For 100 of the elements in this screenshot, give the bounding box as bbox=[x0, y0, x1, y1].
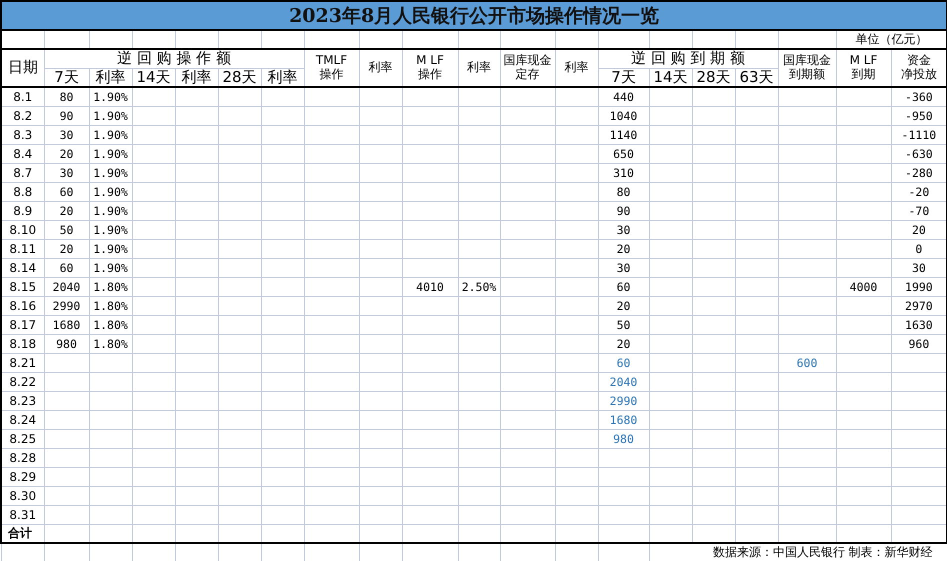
table-cell: -1110 bbox=[891, 125, 947, 144]
table-cell: -360 bbox=[891, 87, 947, 106]
date-cell: 8.16 bbox=[1, 296, 44, 315]
column-header: 操作 bbox=[418, 68, 442, 82]
date-cell: 8.7 bbox=[1, 163, 44, 182]
table-cell: 80 bbox=[44, 87, 89, 106]
date-cell: 8.1 bbox=[1, 87, 44, 106]
date-cell: 8.25 bbox=[1, 429, 44, 448]
column-header: 国库现金 bbox=[504, 54, 552, 68]
date-cell: 8.23 bbox=[1, 391, 44, 410]
column-header: 利率 bbox=[368, 61, 392, 75]
column-header: 净投放 bbox=[900, 68, 937, 82]
table-cell: 0 bbox=[891, 239, 947, 258]
table-cell: 980 bbox=[598, 429, 649, 448]
table-cell: 1.90% bbox=[89, 201, 132, 220]
table-cell: -20 bbox=[891, 182, 947, 201]
table-cell: 20 bbox=[598, 296, 649, 315]
table-cell: 1.90% bbox=[89, 258, 132, 277]
column-header: 28天 bbox=[218, 68, 261, 87]
table-cell: 1990 bbox=[891, 277, 947, 296]
column-header: 利率 bbox=[89, 68, 132, 87]
date-cell: 8.22 bbox=[1, 372, 44, 391]
table-title: 2023年8月人民银行公开市场操作情况一览 bbox=[1, 1, 947, 30]
table-cell: 1680 bbox=[44, 315, 89, 334]
table-cell: 60 bbox=[598, 277, 649, 296]
table-cell: -280 bbox=[891, 163, 947, 182]
table-cell: 600 bbox=[778, 353, 836, 372]
date-cell: 8.10 bbox=[1, 220, 44, 239]
table-cell: 1.90% bbox=[89, 106, 132, 125]
table-cell: 50 bbox=[44, 220, 89, 239]
table-cell: 440 bbox=[598, 87, 649, 106]
table-cell: 4000 bbox=[836, 277, 891, 296]
table-cell: 90 bbox=[44, 106, 89, 125]
table-cell: 60 bbox=[598, 353, 649, 372]
table-cell: 1.80% bbox=[89, 277, 132, 296]
date-cell: 8.29 bbox=[1, 467, 44, 486]
table-cell: 1680 bbox=[598, 410, 649, 429]
column-header: 7天 bbox=[598, 68, 649, 87]
table-cell: 2040 bbox=[44, 277, 89, 296]
column-header: 资金 bbox=[906, 54, 931, 68]
column-header: 利率 bbox=[261, 68, 304, 87]
table-cell: 30 bbox=[44, 163, 89, 182]
table-cell: 30 bbox=[891, 258, 947, 277]
table-cell: 20 bbox=[891, 220, 947, 239]
table-cell: 50 bbox=[598, 315, 649, 334]
table-cell: 1140 bbox=[598, 125, 649, 144]
date-cell: 8.4 bbox=[1, 144, 44, 163]
table-cell: 2990 bbox=[598, 391, 649, 410]
table-cell: 30 bbox=[598, 220, 649, 239]
column-header: 到期额 bbox=[789, 68, 825, 82]
column-header: 7天 bbox=[44, 68, 89, 87]
date-cell: 8.8 bbox=[1, 182, 44, 201]
date-cell: 8.31 bbox=[1, 505, 44, 524]
column-header: 国库现金 bbox=[783, 54, 831, 68]
table-cell: 60 bbox=[44, 182, 89, 201]
date-cell: 8.15 bbox=[1, 277, 44, 296]
date-cell: 8.3 bbox=[1, 125, 44, 144]
table-cell: 1.90% bbox=[89, 220, 132, 239]
column-header: 利率 bbox=[467, 61, 491, 75]
column-header: 14天 bbox=[649, 68, 692, 87]
column-header: 定存 bbox=[516, 68, 540, 82]
table-cell: 2.50% bbox=[458, 277, 500, 296]
column-header: 操作 bbox=[320, 68, 344, 82]
table-cell: 30 bbox=[598, 258, 649, 277]
date-cell: 8.30 bbox=[1, 486, 44, 505]
table-cell: 60 bbox=[44, 258, 89, 277]
column-header: TMLF bbox=[316, 54, 348, 68]
column-header: M LF bbox=[850, 54, 878, 68]
table-cell: 980 bbox=[44, 334, 89, 353]
column-group-header: 逆 回 购 到 期 额 bbox=[598, 49, 778, 68]
table-cell: 960 bbox=[891, 334, 947, 353]
column-header: 到期 bbox=[852, 68, 876, 82]
table-cell: 1.80% bbox=[89, 296, 132, 315]
date-cell: 8.17 bbox=[1, 315, 44, 334]
table-cell: 20 bbox=[598, 334, 649, 353]
column-header: 14天 bbox=[132, 68, 175, 87]
table-cell: 650 bbox=[598, 144, 649, 163]
table-cell: 1630 bbox=[891, 315, 947, 334]
date-cell: 8.14 bbox=[1, 258, 44, 277]
date-cell: 8.11 bbox=[1, 239, 44, 258]
date-cell: 8.24 bbox=[1, 410, 44, 429]
column-header: 利率 bbox=[564, 61, 588, 75]
column-header: 28天 bbox=[692, 68, 735, 87]
date-cell: 8.21 bbox=[1, 353, 44, 372]
table-cell: 1.80% bbox=[89, 334, 132, 353]
column-header: 63天 bbox=[735, 68, 778, 87]
table-cell: 80 bbox=[598, 182, 649, 201]
table-cell: 1.90% bbox=[89, 125, 132, 144]
table-cell: 310 bbox=[598, 163, 649, 182]
date-cell: 8.9 bbox=[1, 201, 44, 220]
table-cell: 1.90% bbox=[89, 87, 132, 106]
column-group-header: 逆 回 购 操 作 额 bbox=[44, 49, 304, 68]
column-header: 利率 bbox=[175, 68, 218, 87]
date-cell: 8.2 bbox=[1, 106, 44, 125]
table-cell: 20 bbox=[598, 239, 649, 258]
table-cell: 1.90% bbox=[89, 182, 132, 201]
table-cell: 2970 bbox=[891, 296, 947, 315]
table-cell: 2040 bbox=[598, 372, 649, 391]
date-cell: 8.28 bbox=[1, 448, 44, 467]
table-cell: -950 bbox=[891, 106, 947, 125]
